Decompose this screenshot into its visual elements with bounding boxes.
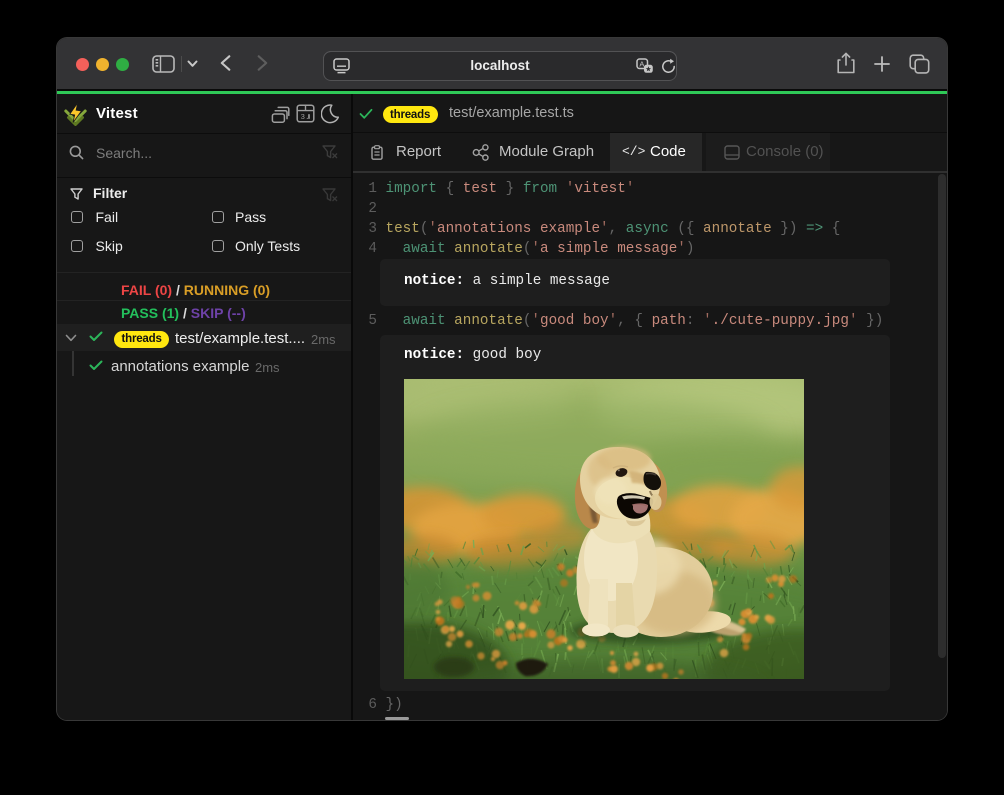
svg-text:3.: 3. xyxy=(301,114,310,122)
svg-text:A: A xyxy=(639,60,644,69)
